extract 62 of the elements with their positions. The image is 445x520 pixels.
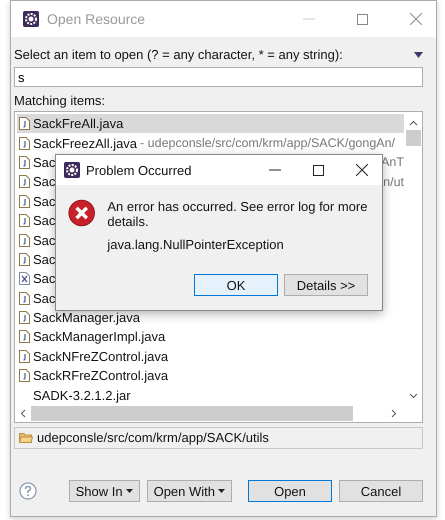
file-name: Sac bbox=[33, 174, 56, 190]
file-path: - udepconsle/src/com/krm/app/SACK/gongAn/ bbox=[140, 136, 396, 150]
dialog-button[interactable]: Show In bbox=[68, 480, 140, 502]
java-file-icon bbox=[19, 350, 30, 363]
java-file-icon bbox=[19, 194, 30, 208]
error-message: An error has occurred. See error log for more details. bbox=[107, 199, 368, 229]
file-name: SackFreAll.java bbox=[33, 116, 124, 132]
caret-icon bbox=[218, 489, 225, 493]
java-file-icon bbox=[19, 292, 30, 305]
java-file-icon bbox=[19, 136, 30, 150]
file-name: SackManager.java bbox=[33, 310, 140, 326]
java-file-icon bbox=[19, 117, 30, 130]
java-file-icon bbox=[19, 156, 30, 169]
file-name: SackFreezAll.java bbox=[33, 136, 138, 151]
file-name: Sac bbox=[33, 232, 56, 248]
file-name: SADK-3.2.1.2.jar bbox=[33, 388, 131, 403]
file-name: SackManagerImpl.java bbox=[33, 329, 166, 344]
java-file-icon bbox=[19, 214, 30, 228]
java-file-icon bbox=[19, 175, 30, 188]
scroll-thumb[interactable] bbox=[406, 130, 421, 146]
scroll-left-icon[interactable] bbox=[20, 408, 26, 418]
folder-icon bbox=[19, 432, 33, 444]
java-file-icon bbox=[19, 330, 30, 344]
dialog-button[interactable]: OK bbox=[194, 274, 278, 296]
file-name: Sac bbox=[33, 252, 56, 267]
exception-text: java.lang.NullPointerException bbox=[107, 237, 285, 252]
scroll-up-icon[interactable] bbox=[409, 120, 418, 126]
window-title: Open Resource bbox=[47, 11, 146, 27]
eclipse-icon bbox=[23, 11, 39, 27]
xml-file-icon bbox=[19, 272, 30, 286]
dialog-title: Problem Occurred bbox=[86, 162, 192, 178]
scroll-right-icon[interactable] bbox=[391, 408, 397, 418]
file-name: Sac bbox=[33, 290, 56, 306]
java-file-icon bbox=[19, 369, 30, 382]
error-icon bbox=[68, 197, 96, 229]
file-path: n/ut bbox=[383, 174, 404, 189]
matching-items-label: Matching items: bbox=[14, 93, 106, 108]
maximize-icon[interactable] bbox=[313, 164, 324, 176]
eclipse-icon bbox=[64, 162, 80, 178]
dialog-button[interactable]: Details >> bbox=[284, 274, 368, 296]
file-name: SackRFreZControl.java bbox=[33, 368, 168, 384]
folder-path: udepconsle/src/com/krm/app/SACK/utils bbox=[37, 430, 269, 446]
scroll-thumb[interactable] bbox=[31, 406, 353, 421]
java-file-icon bbox=[19, 252, 30, 266]
file-name: Sac bbox=[33, 271, 56, 286]
java-file-icon bbox=[19, 234, 30, 247]
close-icon[interactable] bbox=[356, 164, 368, 176]
file-name: Sac bbox=[33, 213, 56, 228]
dialog-button[interactable]: Open With bbox=[146, 480, 232, 502]
filter-field[interactable]: s bbox=[14, 67, 423, 87]
dropdown-icon[interactable] bbox=[414, 52, 423, 58]
help-icon[interactable] bbox=[19, 482, 37, 500]
caret-icon bbox=[126, 489, 133, 493]
file-name: SackNFreZControl.java bbox=[33, 348, 168, 364]
scroll-down-icon[interactable] bbox=[409, 392, 418, 399]
dialog-button[interactable]: Cancel bbox=[339, 480, 423, 502]
filter-label: Select an item to open (? = any character, * = any string): bbox=[14, 47, 343, 62]
dialog-button[interactable]: Open bbox=[248, 480, 332, 502]
java-file-icon bbox=[19, 311, 30, 324]
file-name: Sac bbox=[33, 194, 56, 209]
file-name: Sac bbox=[33, 154, 56, 170]
selected-list-item[interactable]: SackFreAll.java bbox=[17, 114, 404, 134]
